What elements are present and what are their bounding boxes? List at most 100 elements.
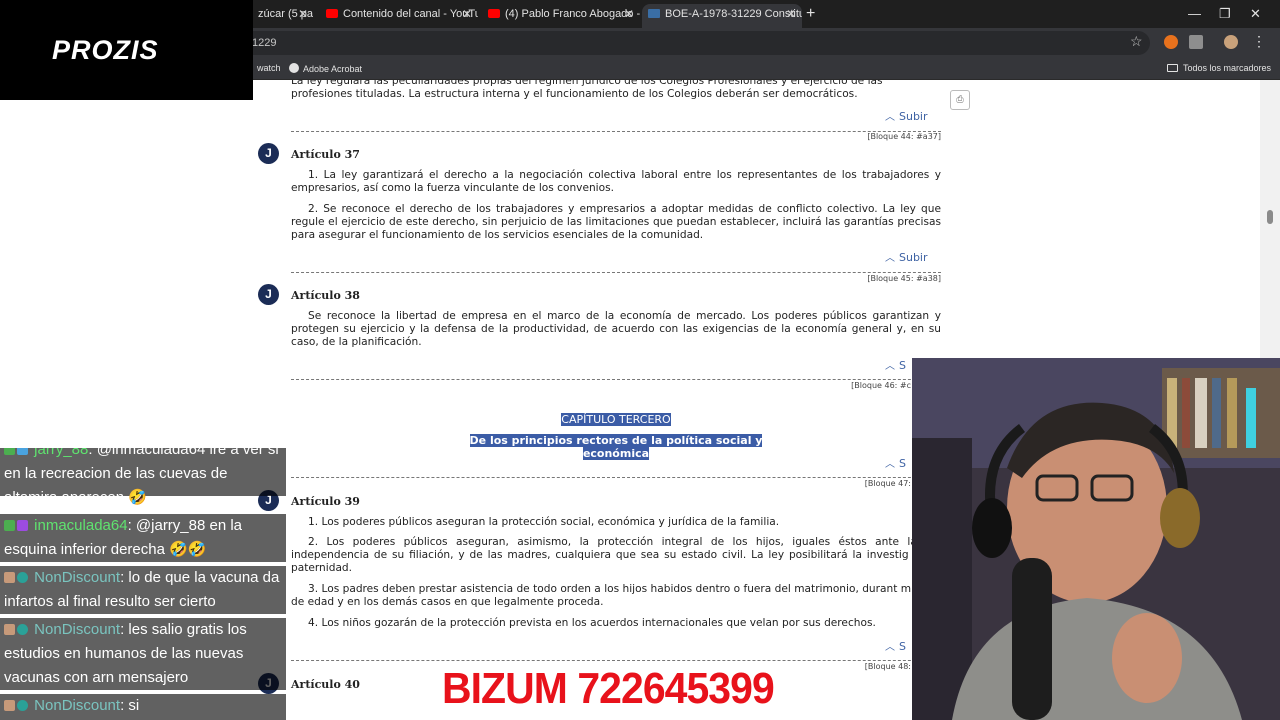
subir-link[interactable]: ︿ S xyxy=(885,638,906,653)
puzzle-icon[interactable] xyxy=(1189,35,1203,49)
paragraph: 1. La ley garantizará el derecho a la ne… xyxy=(291,169,941,195)
article-title: Artículo 38 xyxy=(291,289,360,302)
text-line: La ley regulará las peculiaridades propi… xyxy=(291,80,883,87)
close-icon[interactable]: ✕ xyxy=(298,4,308,24)
paragraph: 2. Se reconoce el derecho de los trabaja… xyxy=(291,203,941,242)
chat-overlay: jarry_88: @inmaculada64 iré a ver si en … xyxy=(0,448,286,720)
youtube-icon xyxy=(488,9,500,18)
close-window-icon[interactable]: ✕ xyxy=(1250,4,1261,24)
tab-youtube-channel[interactable]: Contenido del canal - YouTube ✕ xyxy=(320,4,478,28)
subir-label: S xyxy=(899,640,906,653)
chat-username: NonDiscount xyxy=(34,697,121,714)
bloque-ref[interactable]: [Bloque 46: #c xyxy=(851,381,911,390)
subir-link[interactable]: ︿ S xyxy=(885,357,906,372)
chevron-up-icon: ︿ xyxy=(885,642,895,653)
bookmark-label: watch xyxy=(257,63,281,73)
tab-label: BOE-A-1978-31229 Constitució xyxy=(665,8,802,20)
chevron-up-icon: ︿ xyxy=(885,361,895,372)
badge-icon xyxy=(17,572,28,583)
scrollbar-thumb[interactable] xyxy=(1267,210,1273,224)
close-icon[interactable]: ✕ xyxy=(624,4,634,24)
acrobat-icon xyxy=(289,63,299,73)
subir-label: Subir xyxy=(899,251,928,264)
divider xyxy=(291,379,941,380)
print-icon[interactable]: ⎙ xyxy=(950,90,970,110)
chevron-up-icon: ︿ xyxy=(885,459,895,470)
subir-label: S xyxy=(899,457,906,470)
subir-link[interactable]: ︿ Subir xyxy=(885,108,928,123)
folder-icon xyxy=(1167,64,1178,72)
divider xyxy=(291,131,941,132)
close-icon[interactable]: ✕ xyxy=(786,4,796,24)
tab-youtube-pablo[interactable]: (4) Pablo Franco Abogado - Yo ✕ xyxy=(482,4,640,28)
youtube-icon xyxy=(326,9,338,18)
tab-boe[interactable]: BOE-A-1978-31229 Constitució ✕ xyxy=(642,4,802,28)
bloque-ref[interactable]: [Bloque 45: #a38] xyxy=(867,274,941,283)
url-text: 1229 xyxy=(252,37,277,49)
bloque-ref[interactable]: [Bloque 44: #a37] xyxy=(867,132,941,141)
bookmark-watch[interactable]: watch xyxy=(257,63,281,73)
tab-0[interactable]: zúcar (5 pa ✕ xyxy=(252,4,314,28)
close-icon[interactable]: ✕ xyxy=(462,4,472,24)
minimize-icon[interactable]: — xyxy=(1188,4,1201,24)
article-title: Artículo 39 xyxy=(291,495,360,508)
extension-icon[interactable] xyxy=(1164,35,1178,49)
bloque-ref[interactable]: [Bloque 47: xyxy=(865,479,911,488)
chevron-up-icon: ︿ xyxy=(885,253,895,264)
chat-message: NonDiscount: lo de que la vacuna da infa… xyxy=(0,566,286,614)
text-line: profesiones tituladas. La estructura int… xyxy=(291,88,858,101)
jurisprudence-icon[interactable]: J xyxy=(258,143,279,164)
chat-message: NonDiscount: si xyxy=(0,694,286,720)
menu-icon[interactable]: ⋮ xyxy=(1252,33,1266,50)
paragraph: 2. Los poderes públicos aseguran, asimis… xyxy=(291,536,941,575)
all-bookmarks[interactable]: Todos los marcadores xyxy=(1167,63,1271,73)
subir-label: Subir xyxy=(899,110,928,123)
webcam-feed xyxy=(912,358,1280,720)
subir-link[interactable]: ︿ S xyxy=(885,455,906,470)
paragraph: Se reconoce la libertad de empresa en el… xyxy=(291,310,941,349)
badge-icon xyxy=(17,624,28,635)
bookmark-star-icon[interactable]: ☆ xyxy=(1130,33,1143,50)
tab-label: Contenido del canal - YouTube xyxy=(343,8,478,20)
jurisprudence-icon[interactable]: J xyxy=(258,284,279,305)
chat-username: NonDiscount xyxy=(34,569,121,586)
badge-icon xyxy=(17,448,28,455)
divider xyxy=(291,272,941,273)
avatar-badge-icon xyxy=(4,700,15,711)
badge-icon xyxy=(17,700,28,711)
badge-icon xyxy=(4,520,15,531)
bizum-banner: BIZUM 722645399 xyxy=(442,664,775,713)
chat-message: inmaculada64: @jarry_88 en la esquina in… xyxy=(0,514,286,562)
chapter-number: CAPÍTULO TERCERO xyxy=(439,413,793,426)
address-bar[interactable]: 1229 xyxy=(240,31,1150,55)
boe-icon xyxy=(648,9,660,18)
bookmark-acrobat[interactable]: Adobe Acrobat xyxy=(289,63,362,74)
paragraph: La ley regulará las peculiaridades propi… xyxy=(291,80,941,101)
tab-label: (4) Pablo Franco Abogado - Yo xyxy=(505,8,640,20)
article-title: Artículo 40 xyxy=(291,678,360,691)
bookmark-label: Todos los marcadores xyxy=(1183,63,1272,73)
badge-icon xyxy=(4,448,15,455)
avatar[interactable] xyxy=(1224,35,1238,49)
paragraph: 4. Los niños gozarán de la protección pr… xyxy=(308,617,876,629)
article-title: Artículo 37 xyxy=(291,148,360,161)
avatar-badge-icon xyxy=(4,572,15,583)
chapter-title-text: De los principios rectores de la polític… xyxy=(469,434,763,460)
bloque-ref[interactable]: [Bloque 48: xyxy=(865,662,911,671)
bookmark-label: Adobe Acrobat xyxy=(303,64,363,74)
badge-icon xyxy=(17,520,28,531)
maximize-icon[interactable]: ❐ xyxy=(1219,4,1231,24)
new-tab-button[interactable]: + xyxy=(806,4,815,24)
chat-username: jarry_88 xyxy=(34,448,89,458)
divider xyxy=(291,660,941,661)
prozis-logo: PROZIS xyxy=(52,35,159,65)
subir-label: S xyxy=(899,359,906,372)
chevron-up-icon: ︿ xyxy=(885,112,895,123)
chapter-title: De los principios rectores de la polític… xyxy=(439,434,793,460)
chat-text: : si xyxy=(120,697,140,714)
chat-username: NonDiscount xyxy=(34,621,121,638)
divider xyxy=(291,477,941,478)
chapter-number-text: CAPÍTULO TERCERO xyxy=(561,413,671,426)
subir-link[interactable]: ︿ Subir xyxy=(885,249,928,264)
chat-message: jarry_88: @inmaculada64 iré a ver si en … xyxy=(0,448,286,506)
